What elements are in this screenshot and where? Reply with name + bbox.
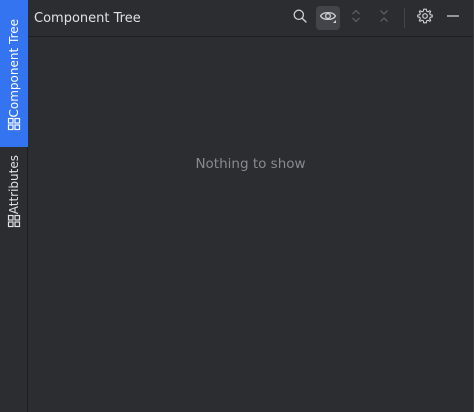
toolbar: [284, 0, 473, 36]
side-tab-strip: Component Tree Attributes: [0, 0, 28, 412]
panel-title: Component Tree: [34, 10, 141, 26]
search-button[interactable]: [288, 6, 312, 30]
toolbar-separator: [404, 8, 405, 28]
view-options-button[interactable]: [316, 6, 340, 30]
minimize-icon: [445, 8, 461, 28]
gear-icon: [417, 8, 433, 28]
search-icon: [292, 8, 308, 28]
tree-content: Nothing to show: [28, 37, 473, 412]
settings-button[interactable]: [413, 6, 437, 30]
collapse-icon: [377, 8, 391, 28]
tab-component-tree-label: Component Tree: [7, 18, 21, 117]
tab-attributes-label: Attributes: [7, 154, 21, 214]
tab-attributes[interactable]: Attributes: [0, 150, 28, 240]
attributes-icon: [7, 214, 21, 228]
component-tree-panel: Component Tree Attributes Component Tree: [0, 0, 474, 412]
empty-state-text: Nothing to show: [195, 156, 306, 172]
expand-icon: [349, 8, 363, 28]
panel-header: Component Tree: [28, 0, 473, 37]
component-tree-icon: [7, 117, 21, 131]
hide-panel-button[interactable]: [441, 6, 465, 30]
expand-all-button[interactable]: [344, 6, 368, 30]
eye-icon: [319, 8, 337, 28]
collapse-all-button[interactable]: [372, 6, 396, 30]
tab-component-tree[interactable]: Component Tree: [0, 0, 28, 147]
